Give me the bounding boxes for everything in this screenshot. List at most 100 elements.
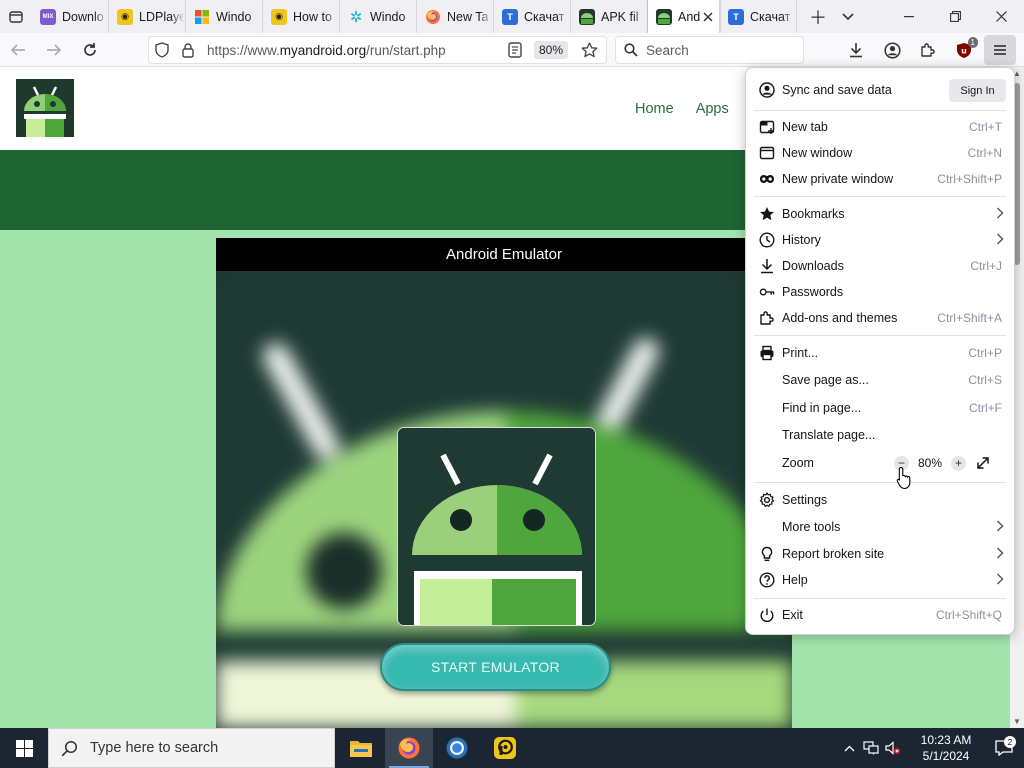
menu-downloads[interactable]: Downloads Ctrl+J [746, 253, 1014, 279]
tab-title: Windo [216, 9, 252, 24]
ublock-extension-button[interactable]: u 1 [946, 33, 982, 67]
minimize-button[interactable] [886, 0, 932, 33]
navigation-toolbar: https://www.myandroid.org/run/start.php … [0, 33, 1024, 67]
zoom-level-badge[interactable]: 80% [533, 41, 568, 59]
menu-print[interactable]: Print... Ctrl+P [746, 340, 1014, 366]
power-icon [759, 607, 775, 623]
scroll-down-arrow-icon[interactable]: ▼ [1013, 717, 1021, 726]
tab-title: Скачат [524, 9, 565, 24]
browser-tab[interactable]: New Ta [417, 0, 494, 33]
start-emulator-button[interactable]: START EMULATOR [380, 643, 611, 691]
taskbar-search-box[interactable]: Type here to search [48, 728, 335, 768]
ldplayer-icon: ◉ [117, 8, 133, 25]
site-nav-home-link[interactable]: Home [635, 101, 674, 117]
menu-new-private-window[interactable]: New private window Ctrl+Shift+P [746, 166, 1014, 192]
new-tab-icon [759, 119, 775, 135]
android-icon [579, 8, 595, 25]
pinwheel-icon: ✲ [349, 8, 363, 26]
menu-zoom-row: Zoom − 80% + [746, 450, 1014, 476]
menu-separator [754, 482, 1006, 483]
menu-report-broken-site[interactable]: Report broken site [746, 541, 1014, 567]
tabs-list-icon [9, 10, 23, 23]
list-all-tabs-button[interactable] [0, 0, 32, 33]
bookmark-star-filled-icon [759, 206, 775, 222]
browser-tab[interactable]: T Скачат [720, 0, 797, 33]
tracking-protection-shield-icon[interactable] [149, 42, 175, 58]
browser-tab[interactable]: APK fil [571, 0, 648, 33]
site-nav-apps-link[interactable]: Apps [696, 101, 729, 117]
reader-view-icon[interactable] [502, 42, 528, 58]
browser-tab[interactable]: ◉ LDPlayer [109, 0, 186, 33]
browser-tab[interactable]: Windo [186, 0, 263, 33]
forward-button[interactable] [36, 33, 72, 67]
submenu-chevron-icon [996, 572, 1004, 588]
browser-tab[interactable]: ✲ Windo [340, 0, 417, 33]
browser-tab[interactable]: T Скачат [494, 0, 571, 33]
menu-history[interactable]: History [746, 227, 1014, 253]
browser-tab[interactable]: MIX Downlo [32, 0, 109, 33]
t-icon: T [728, 8, 744, 25]
tab-title: Downlo [62, 9, 104, 24]
menu-separator [754, 110, 1006, 111]
windows-icon [194, 9, 210, 25]
zoom-reset-button[interactable]: 80% [909, 456, 951, 470]
new-tab-button[interactable]: ＋ [803, 0, 833, 33]
android-app-icon[interactable] [397, 427, 596, 626]
open-application-menu-button[interactable] [984, 35, 1016, 65]
hamburger-menu-icon [994, 45, 1006, 55]
zoom-in-button[interactable]: + [951, 455, 966, 471]
restore-button[interactable] [932, 0, 978, 33]
menu-settings[interactable]: Settings [746, 487, 1014, 513]
chrome-taskbar-icon[interactable] [433, 728, 481, 768]
volume-muted-icon[interactable] [882, 741, 904, 755]
account-circle-icon [759, 82, 775, 98]
browser-tab[interactable]: And [648, 0, 720, 33]
network-icon[interactable] [860, 741, 882, 755]
application-menu-panel: Sync and save data Sign In New tab Ctrl+… [745, 67, 1015, 635]
close-tab-icon[interactable] [703, 9, 713, 25]
back-button[interactable] [0, 33, 36, 67]
search-bar[interactable]: Search [615, 36, 804, 64]
menu-save-page[interactable]: Save page as... Ctrl+S [746, 367, 1014, 393]
forward-arrow-icon [47, 43, 62, 56]
file-explorer-taskbar-icon[interactable] [337, 728, 385, 768]
downloads-button[interactable] [838, 33, 874, 67]
bookmark-star-icon[interactable] [576, 42, 602, 58]
menu-new-window[interactable]: New window Ctrl+N [746, 140, 1014, 166]
site-logo-android-icon[interactable] [16, 79, 74, 137]
emulator-title: Android Emulator [216, 238, 792, 271]
menu-bookmarks[interactable]: Bookmarks [746, 201, 1014, 227]
menu-more-tools[interactable]: More tools [746, 514, 1014, 540]
account-button[interactable] [874, 33, 910, 67]
extensions-button[interactable] [910, 33, 946, 67]
menu-translate-page[interactable]: Translate page... [746, 422, 1014, 448]
account-icon [883, 41, 901, 59]
reload-button[interactable] [72, 33, 108, 67]
tab-overflow-chevron-icon[interactable] [833, 0, 863, 33]
submenu-chevron-icon [996, 519, 1004, 535]
fullscreen-expand-icon[interactable] [974, 454, 992, 472]
sign-in-button[interactable]: Sign In [949, 79, 1006, 102]
browser-tab[interactable]: ◉ How to [263, 0, 340, 33]
search-icon [624, 43, 638, 57]
menu-new-tab[interactable]: New tab Ctrl+T [746, 114, 1014, 140]
url-text[interactable]: https://www.myandroid.org/run/start.php [207, 43, 446, 58]
close-window-button[interactable] [978, 0, 1024, 33]
action-center-button[interactable]: 2 [984, 736, 1024, 756]
history-clock-icon [759, 232, 775, 248]
menu-passwords[interactable]: Passwords [746, 279, 1014, 305]
tab-title: Windo [370, 9, 406, 24]
menu-help[interactable]: Help [746, 567, 1014, 593]
menu-addons-themes[interactable]: Add-ons and themes Ctrl+Shift+A [746, 305, 1014, 331]
taskbar-clock[interactable]: 10:23 AM 5/1/2024 [908, 732, 984, 764]
ldplayer-taskbar-icon[interactable] [481, 728, 529, 768]
download-icon [759, 258, 775, 274]
menu-find-in-page[interactable]: Find in page... Ctrl+F [746, 395, 1014, 421]
windows-start-button[interactable] [0, 728, 48, 768]
firefox-taskbar-icon[interactable] [385, 728, 433, 768]
show-hidden-icons-chevron-icon[interactable] [838, 745, 860, 752]
lock-icon[interactable] [175, 42, 201, 58]
menu-exit[interactable]: Exit Ctrl+Shift+Q [746, 602, 1014, 628]
url-bar[interactable]: https://www.myandroid.org/run/start.php … [148, 36, 607, 64]
menu-separator [754, 335, 1006, 336]
